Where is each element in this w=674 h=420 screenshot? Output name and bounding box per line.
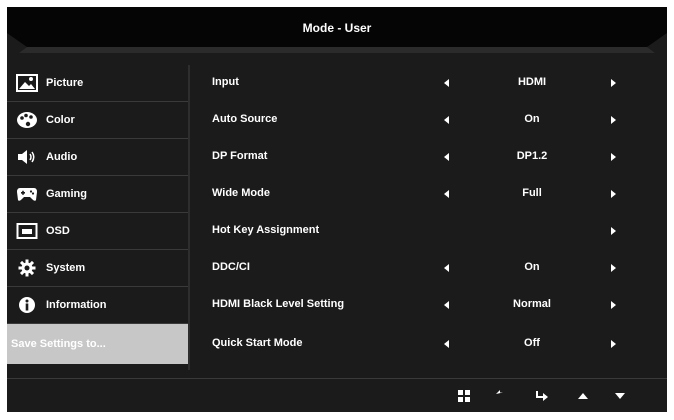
- left-arrow-icon[interactable]: [444, 340, 449, 348]
- info-icon: [16, 296, 38, 314]
- left-arrow-icon[interactable]: [444, 264, 449, 272]
- right-arrow-icon[interactable]: [611, 153, 616, 161]
- menu-grid-icon[interactable]: [456, 388, 472, 404]
- right-arrow-icon[interactable]: [611, 190, 616, 198]
- osd-icon: [16, 222, 38, 240]
- setting-value: Off: [524, 337, 540, 349]
- picture-icon: [16, 74, 38, 92]
- setting-row-hot-key-assignment[interactable]: Hot Key Assignment: [200, 213, 660, 249]
- setting-row-input[interactable]: Input HDMI: [200, 65, 660, 101]
- sidebar-item-information[interactable]: Information: [7, 287, 188, 323]
- sidebar-item-osd[interactable]: OSD: [7, 213, 188, 249]
- left-arrow-icon[interactable]: [444, 116, 449, 124]
- sidebar-item-label: System: [46, 262, 86, 274]
- page-title: Mode - User: [302, 21, 372, 35]
- setting-value: Normal: [513, 298, 551, 310]
- setting-row-dp-format[interactable]: DP Format DP1.2: [200, 139, 660, 175]
- enter-icon[interactable]: [534, 388, 550, 404]
- sidebar-item-label: Information: [46, 299, 107, 311]
- divider: [188, 65, 190, 370]
- sidebar-item-label: Save Settings to...: [11, 338, 106, 350]
- setting-label: DP Format: [212, 150, 268, 162]
- setting-value: On: [524, 113, 540, 125]
- sidebar-item-save-settings[interactable]: Save Settings to...: [7, 324, 188, 364]
- setting-value: Full: [522, 187, 542, 199]
- sidebar-item-label: Color: [46, 114, 75, 126]
- back-icon[interactable]: [494, 388, 510, 404]
- right-arrow-icon[interactable]: [611, 227, 616, 235]
- right-arrow-icon[interactable]: [611, 340, 616, 348]
- sidebar-item-label: OSD: [46, 225, 70, 237]
- footer-controls: [7, 379, 667, 412]
- sidebar-item-gaming[interactable]: Gaming: [7, 176, 188, 212]
- setting-label: Auto Source: [212, 113, 278, 125]
- setting-label: HDMI Black Level Setting: [212, 298, 345, 310]
- right-arrow-icon[interactable]: [611, 116, 616, 124]
- setting-row-wide-mode[interactable]: Wide Mode Full: [200, 176, 660, 212]
- left-arrow-icon[interactable]: [444, 153, 449, 161]
- sidebar-item-label: Gaming: [46, 188, 87, 200]
- left-arrow-icon[interactable]: [444, 301, 449, 309]
- setting-row-ddc-ci[interactable]: DDC/CI On: [200, 250, 660, 286]
- setting-row-quick-start-mode[interactable]: Quick Start Mode Off: [200, 326, 660, 362]
- osd-panel: Mode - User Picture Color Audio Gaming O…: [7, 7, 667, 412]
- down-arrow-icon[interactable]: [612, 388, 628, 404]
- right-arrow-icon[interactable]: [611, 301, 616, 309]
- left-arrow-icon[interactable]: [444, 190, 449, 198]
- setting-row-auto-source[interactable]: Auto Source On: [200, 102, 660, 138]
- header: Mode - User: [7, 7, 667, 57]
- gamepad-icon: [16, 185, 38, 203]
- setting-row-hdmi-black-level[interactable]: HDMI Black Level Setting Normal: [200, 287, 660, 323]
- gear-icon: [16, 259, 38, 277]
- setting-label: DDC/CI: [212, 261, 250, 273]
- setting-label: Input: [212, 76, 239, 88]
- right-arrow-icon[interactable]: [611, 264, 616, 272]
- sidebar-item-system[interactable]: System: [7, 250, 188, 286]
- sidebar-item-audio[interactable]: Audio: [7, 139, 188, 175]
- setting-value: On: [524, 261, 540, 273]
- sidebar-item-label: Audio: [46, 151, 78, 163]
- setting-label: Wide Mode: [212, 187, 270, 199]
- sidebar-item-color[interactable]: Color: [7, 102, 188, 138]
- speaker-icon: [16, 148, 38, 166]
- up-arrow-icon[interactable]: [575, 388, 591, 404]
- sidebar-item-picture[interactable]: Picture: [7, 65, 188, 101]
- setting-label: Hot Key Assignment: [212, 224, 320, 236]
- setting-value: DP1.2: [516, 150, 548, 162]
- right-arrow-icon[interactable]: [611, 79, 616, 87]
- setting-value: HDMI: [517, 76, 547, 88]
- sidebar-item-label: Picture: [46, 77, 84, 89]
- setting-label: Quick Start Mode: [212, 337, 303, 349]
- left-arrow-icon[interactable]: [444, 79, 449, 87]
- palette-icon: [16, 111, 38, 129]
